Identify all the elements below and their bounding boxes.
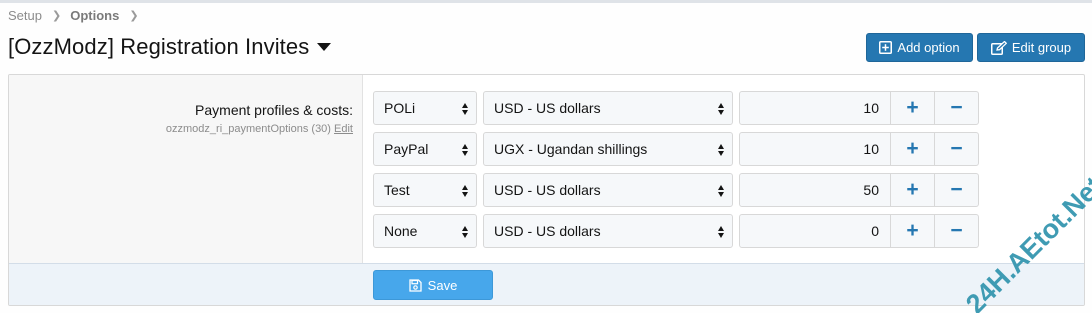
- breadcrumb: Setup ❯ Options ❯: [8, 8, 148, 23]
- page-title[interactable]: [OzzModz] Registration Invites: [8, 34, 332, 60]
- payment-method-select[interactable]: POLi: [373, 91, 477, 125]
- cost-stepper: 50 + −: [739, 173, 979, 207]
- cost-input[interactable]: 50: [740, 174, 890, 206]
- cost-input[interactable]: 10: [740, 133, 890, 165]
- increase-button[interactable]: +: [890, 92, 934, 124]
- page-title-text: [OzzModz] Registration Invites: [8, 34, 310, 59]
- save-icon: [409, 278, 422, 292]
- plus-square-icon: [879, 41, 893, 54]
- select-arrows-icon: [462, 185, 469, 197]
- option-id-hint: ozzmodz_ri_paymentOptions (30) Edit: [166, 123, 353, 135]
- currency-value: USD - US dollars: [494, 223, 601, 239]
- option-id: ozzmodz_ri_paymentOptions (30): [165, 123, 331, 135]
- chevron-right-icon: ❯: [51, 10, 62, 22]
- decrease-button[interactable]: −: [934, 92, 978, 124]
- save-button[interactable]: Save: [373, 270, 493, 300]
- edit-icon: [990, 40, 1007, 55]
- cost-input[interactable]: 10: [740, 92, 890, 124]
- form-footer: Save: [9, 263, 1084, 305]
- save-label: Save: [427, 277, 458, 293]
- select-arrows-icon: [462, 144, 469, 156]
- cost-stepper: 10 + −: [739, 132, 979, 166]
- select-arrows-icon: [718, 185, 725, 197]
- increase-button[interactable]: +: [890, 133, 934, 165]
- payment-method-select[interactable]: Test: [373, 173, 477, 207]
- currency-value: USD - US dollars: [494, 182, 601, 198]
- increase-button[interactable]: +: [890, 215, 934, 247]
- option-label-column: Payment profiles & costs: ozzmodz_ri_pay…: [9, 75, 363, 263]
- select-arrows-icon: [462, 226, 469, 238]
- payment-method-value: None: [384, 223, 418, 239]
- breadcrumb-setup[interactable]: Setup: [8, 8, 42, 23]
- currency-select[interactable]: UGX - Ugandan shillings: [483, 132, 733, 166]
- select-arrows-icon: [718, 226, 725, 238]
- add-option-button[interactable]: Add option: [866, 33, 973, 62]
- select-arrows-icon: [462, 103, 469, 115]
- currency-value: USD - US dollars: [494, 100, 601, 116]
- cost-input[interactable]: 0: [740, 215, 890, 247]
- payment-method-value: POLi: [384, 100, 416, 116]
- breadcrumb-options[interactable]: Options: [70, 8, 119, 23]
- increase-button[interactable]: +: [890, 174, 934, 206]
- payment-method-value: Test: [384, 182, 410, 198]
- select-arrows-icon: [718, 103, 725, 115]
- caret-down-icon[interactable]: [317, 43, 332, 51]
- payment-method-select[interactable]: None: [373, 214, 477, 248]
- currency-select[interactable]: USD - US dollars: [483, 173, 733, 207]
- decrease-button[interactable]: −: [934, 215, 978, 247]
- edit-group-button[interactable]: Edit group: [977, 33, 1085, 62]
- option-edit-link[interactable]: Edit: [334, 123, 353, 135]
- currency-select[interactable]: USD - US dollars: [483, 214, 733, 248]
- currency-select[interactable]: USD - US dollars: [483, 91, 733, 125]
- top-strip: [0, 0, 1092, 3]
- edit-group-label: Edit group: [1011, 40, 1072, 55]
- chevron-right-icon: ❯: [129, 10, 139, 22]
- cost-stepper: 10 + −: [739, 91, 979, 125]
- payment-method-select[interactable]: PayPal: [373, 132, 477, 166]
- option-block: Payment profiles & costs: ozzmodz_ri_pay…: [8, 74, 1085, 306]
- decrease-button[interactable]: −: [934, 133, 978, 165]
- option-label: Payment profiles & costs:: [195, 102, 353, 118]
- currency-value: UGX - Ugandan shillings: [494, 141, 648, 157]
- cost-stepper: 0 + −: [739, 214, 979, 248]
- add-option-label: Add option: [897, 40, 960, 55]
- payment-method-value: PayPal: [384, 141, 429, 157]
- decrease-button[interactable]: −: [934, 174, 978, 206]
- select-arrows-icon: [718, 144, 725, 156]
